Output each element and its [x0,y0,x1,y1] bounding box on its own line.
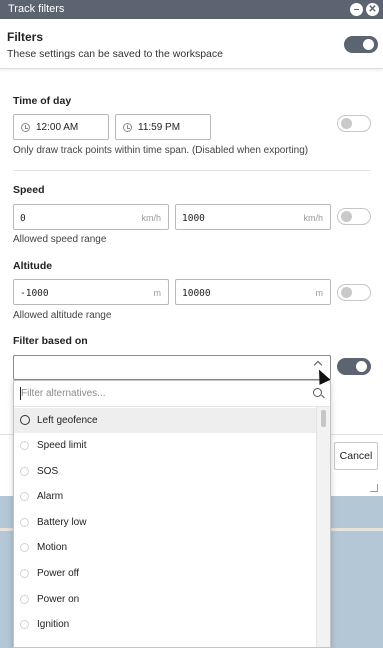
altitude-max-value: 10000 [182,288,211,299]
filters-header: Filters These settings can be saved to t… [0,19,383,69]
altitude-max-unit: m [315,288,324,298]
option-label: Left geofence [37,415,98,426]
scrollbar-thumb[interactable] [321,410,326,427]
option-label: Ignition [37,619,70,630]
speed-toggle[interactable] [337,208,371,225]
altitude-min-input[interactable]: -1000 m [13,279,169,305]
time-of-day-toggle[interactable] [337,115,371,132]
radio-icon [20,441,29,450]
filters-toggle[interactable] [344,36,378,53]
speed-min-value: 0 [20,213,26,224]
speed-min-unit: km/h [141,213,161,223]
toggle-knob [341,118,352,129]
title-bar[interactable]: Track filters – ✕ [0,0,383,19]
filters-title: Filters [7,30,44,44]
altitude-min-value: -1000 [20,288,49,299]
start-time-value: 12:00 AM [36,122,79,133]
option-power-on[interactable]: Power on [14,587,316,612]
filter-based-on-toggle[interactable] [337,358,371,375]
start-time-input[interactable]: 12:00 AM [13,114,109,140]
option-ignition[interactable]: Ignition [14,612,316,637]
option-alarm[interactable]: Alarm [14,484,316,509]
speed-label: Speed [13,184,45,196]
filter-alternatives-dropdown: Filter alternatives... Left geofence Spe… [13,380,331,648]
option-battery-low[interactable]: Battery low [14,510,316,535]
time-of-day-help: Only draw track points within time span.… [13,145,309,156]
radio-icon [20,620,29,629]
toggle-knob [363,39,374,50]
radio-icon [20,415,30,425]
option-left-geofence[interactable]: Left geofence [14,408,316,433]
resize-handle-icon[interactable] [370,484,378,492]
end-time-input[interactable]: 11:59 PM [115,114,211,140]
search-icon[interactable] [313,388,322,397]
radio-icon [20,595,29,604]
speed-max-unit: km/h [303,213,323,223]
toggle-knob [341,211,352,222]
option-motion[interactable]: Motion [14,535,316,560]
radio-icon [20,492,29,501]
radio-icon [20,569,29,578]
speed-max-value: 1000 [182,213,205,224]
altitude-max-input[interactable]: 10000 m [175,279,331,305]
filter-based-on-label: Filter based on [13,335,88,347]
option-label: Motion [37,542,68,553]
dropdown-scrollbar[interactable] [316,407,330,647]
speed-help: Allowed speed range [13,234,107,245]
option-label: Alarm [37,491,64,502]
radio-icon [20,467,29,476]
option-sos[interactable]: SOS [14,459,316,484]
toggle-knob [341,287,352,298]
option-label: SOS [37,466,59,477]
altitude-label: Altitude [13,260,53,272]
clock-icon [21,123,30,132]
minimize-icon[interactable]: – [350,3,363,16]
time-of-day-label: Time of day [13,95,72,107]
altitude-help: Allowed altitude range [13,310,112,321]
end-time-value: 11:59 PM [138,122,181,133]
cancel-button[interactable]: Cancel [334,442,378,470]
option-label: Battery low [37,517,87,528]
toggle-knob [356,361,367,372]
option-label: Power off [37,568,80,579]
altitude-min-unit: m [153,288,162,298]
filters-subtitle: These settings can be saved to the works… [7,48,223,60]
speed-max-input[interactable]: 1000 km/h [175,204,331,230]
filter-based-on-select[interactable] [13,355,331,380]
window-title: Track filters [8,3,65,15]
option-speed-limit[interactable]: Speed limit [14,433,316,458]
speed-min-input[interactable]: 0 km/h [13,204,169,230]
option-power-off[interactable]: Power off [14,561,316,586]
radio-icon [20,518,29,527]
close-icon[interactable]: ✕ [366,3,379,16]
altitude-toggle[interactable] [337,284,371,301]
clock-icon [123,123,132,132]
search-placeholder: Filter alternatives... [21,388,106,399]
section-divider [13,170,371,171]
filter-alternatives-search[interactable]: Filter alternatives... [14,381,330,407]
radio-icon [20,543,29,552]
option-label: Power on [37,594,80,605]
option-label: Speed limit [37,440,87,451]
